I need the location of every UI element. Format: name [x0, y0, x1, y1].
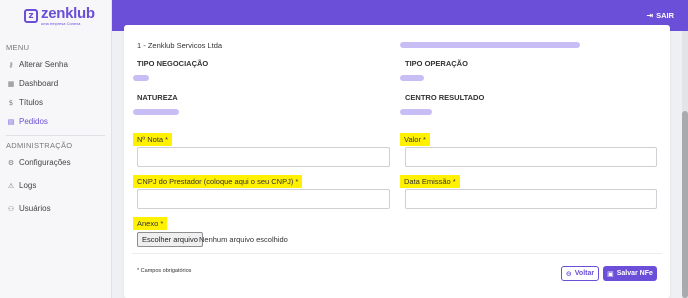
dollar-icon: $: [8, 98, 14, 107]
sidebar-item-label: Alterar Senha: [19, 60, 68, 69]
centro-resultado-redacted-value: [400, 109, 432, 115]
tipo-operacao-redacted-value: [400, 75, 424, 81]
grid-icon: ▦: [7, 79, 15, 88]
save-icon: ▣: [607, 269, 614, 278]
back-circle-icon: ⊖: [565, 269, 572, 278]
centro-resultado-label: CENTRO RESULTADO: [405, 93, 485, 102]
cnpj-label: CNPJ do Prestador (coloque aqui o seu CN…: [133, 175, 303, 188]
key-icon: ⚷: [8, 60, 14, 69]
sidebar-item-titulos[interactable]: $ Títulos: [0, 93, 111, 112]
gear-icon: ⚙: [7, 158, 15, 167]
valor-input[interactable]: [405, 147, 657, 167]
file-status: Nenhum arquivo escolhido: [199, 235, 288, 244]
parceiro-redacted-value: [400, 42, 580, 48]
sidebar-item-logs[interactable]: ⚠ Logs: [0, 176, 111, 195]
sidebar-item-alterar-senha[interactable]: ⚷ Alterar Senha: [0, 55, 111, 74]
data-emissao-input[interactable]: [405, 189, 657, 209]
admin-section-title: ADMINISTRAÇÃO: [6, 141, 73, 150]
footer-divider: [132, 253, 662, 254]
nota-label: Nº Nota *: [133, 133, 173, 146]
scrollbar-thumb[interactable]: [682, 111, 688, 298]
brand-tagline: uma empresa Conexa: [41, 20, 81, 26]
save-label: Salvar NFe: [616, 270, 653, 277]
sidebar-divider: [6, 135, 105, 136]
brand-logo[interactable]: z zenklub uma empresa Conexa: [0, 0, 111, 31]
valor-label: Valor *: [400, 133, 430, 146]
order-form-card: 1 - Zenklub Servicos Ltda TIPO NEGOCIAÇÃ…: [124, 25, 670, 298]
sidebar-item-label: Usuários: [19, 204, 51, 213]
sidebar-item-label: Dashboard: [19, 79, 59, 88]
natureza-label: NATUREZA: [137, 93, 178, 102]
menu-section-title: MENU: [6, 43, 30, 52]
natureza-redacted-value: [133, 109, 179, 115]
users-icon: ⚇: [7, 204, 15, 213]
nota-input[interactable]: [137, 147, 390, 167]
tipo-negociacao-label: TIPO NEGOCIAÇÃO: [137, 59, 209, 68]
sidebar-item-usuarios[interactable]: ⚇ Usuários: [0, 199, 111, 218]
sidebar: z zenklub uma empresa Conexa MENU ⚷ Alte…: [0, 0, 112, 298]
zenklub-logo-icon: z: [24, 8, 38, 23]
sidebar-item-label: Pedidos: [19, 117, 48, 126]
save-nfe-button[interactable]: ▣ Salvar NFe: [603, 266, 657, 281]
warning-icon: ⚠: [7, 181, 15, 190]
sidebar-item-label: Logs: [19, 181, 37, 190]
document-icon: ▤: [7, 117, 15, 126]
data-emissao-label: Data Emissão *: [400, 175, 460, 188]
brand-name: zenklub: [41, 4, 95, 22]
required-fields-note: * Campos obrigatórios: [137, 268, 192, 274]
anexo-label: Anexo *: [133, 217, 168, 230]
tipo-negociacao-redacted-value: [133, 75, 149, 81]
choose-file-button[interactable]: Escolher arquivo: [137, 232, 203, 247]
logout-icon: ⇥: [646, 11, 654, 20]
cnpj-input[interactable]: [137, 189, 390, 209]
sidebar-item-label: Títulos: [19, 98, 44, 107]
tipo-operacao-label: TIPO OPERAÇÃO: [405, 59, 468, 68]
sidebar-item-dashboard[interactable]: ▦ Dashboard: [0, 74, 111, 93]
back-label: Voltar: [574, 270, 595, 277]
logout-button[interactable]: ⇥ SAIR: [646, 11, 674, 20]
logout-label: SAIR: [656, 11, 674, 20]
sidebar-item-label: Configurações: [19, 158, 71, 167]
sidebar-item-configuracoes[interactable]: ⚙ Configurações: [0, 153, 111, 172]
empresa-value: 1 - Zenklub Servicos Ltda: [137, 41, 223, 50]
back-button[interactable]: ⊖ Voltar: [561, 266, 599, 281]
page-scrollbar[interactable]: [682, 31, 688, 298]
sidebar-item-pedidos[interactable]: ▤ Pedidos: [0, 112, 111, 131]
